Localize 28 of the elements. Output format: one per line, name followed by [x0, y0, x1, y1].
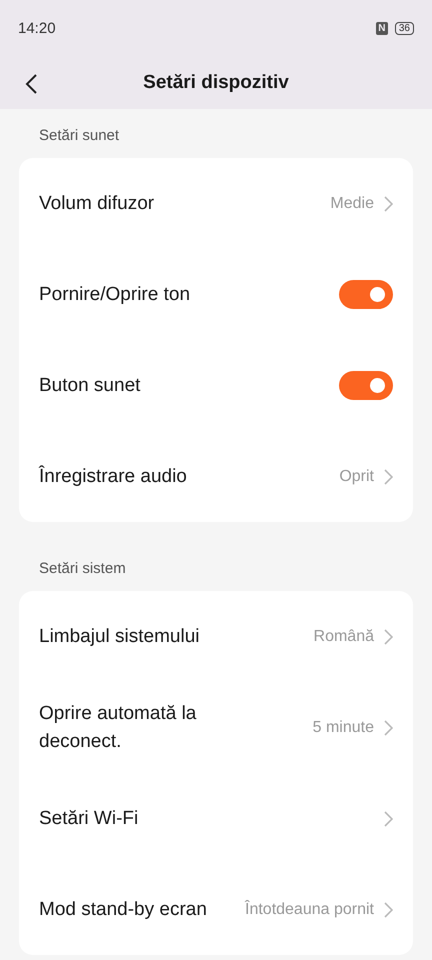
- setting-label[interactable]: Setări Wi-Fi: [39, 804, 138, 832]
- page-title: Setări dispozitiv: [143, 72, 289, 94]
- chevron-icon: [384, 902, 393, 918]
- setting-value: 5 minute: [312, 718, 374, 736]
- setting-value: Oprit: [339, 468, 374, 486]
- battery-icon: 36: [394, 22, 414, 35]
- setting-value: Întotdeauna pornit: [245, 900, 374, 918]
- nfc-icon: N: [376, 22, 388, 35]
- chevron-icon: [384, 720, 393, 736]
- setting-label[interactable]: Volum difuzor: [39, 190, 154, 218]
- chevron-icon: [384, 196, 393, 212]
- section-title: Setări sistem: [38, 559, 127, 579]
- setting-label[interactable]: Mod stand-by ecran: [39, 896, 207, 924]
- chevron-icon: [384, 628, 393, 644]
- section-title: Setări sunet: [38, 126, 120, 146]
- setting-label[interactable]: Înregistrare audio: [39, 462, 187, 490]
- chevron-icon: [384, 468, 393, 484]
- setting-value: Medie: [330, 194, 374, 212]
- setting-label[interactable]: Pornire/Oprire ton: [39, 280, 190, 308]
- toggle-switch[interactable]: [339, 371, 393, 400]
- setting-label[interactable]: Limbajul sistemului: [39, 622, 200, 650]
- setting-label[interactable]: Buton sunet: [39, 372, 140, 400]
- chevron-icon: [384, 810, 393, 826]
- setting-value: Română: [314, 628, 374, 646]
- status-time: 14:20: [18, 20, 56, 37]
- setting-label[interactable]: Oprire automată la deconect.: [39, 700, 259, 756]
- back-icon[interactable]: [24, 73, 38, 95]
- toggle-switch[interactable]: [339, 280, 393, 309]
